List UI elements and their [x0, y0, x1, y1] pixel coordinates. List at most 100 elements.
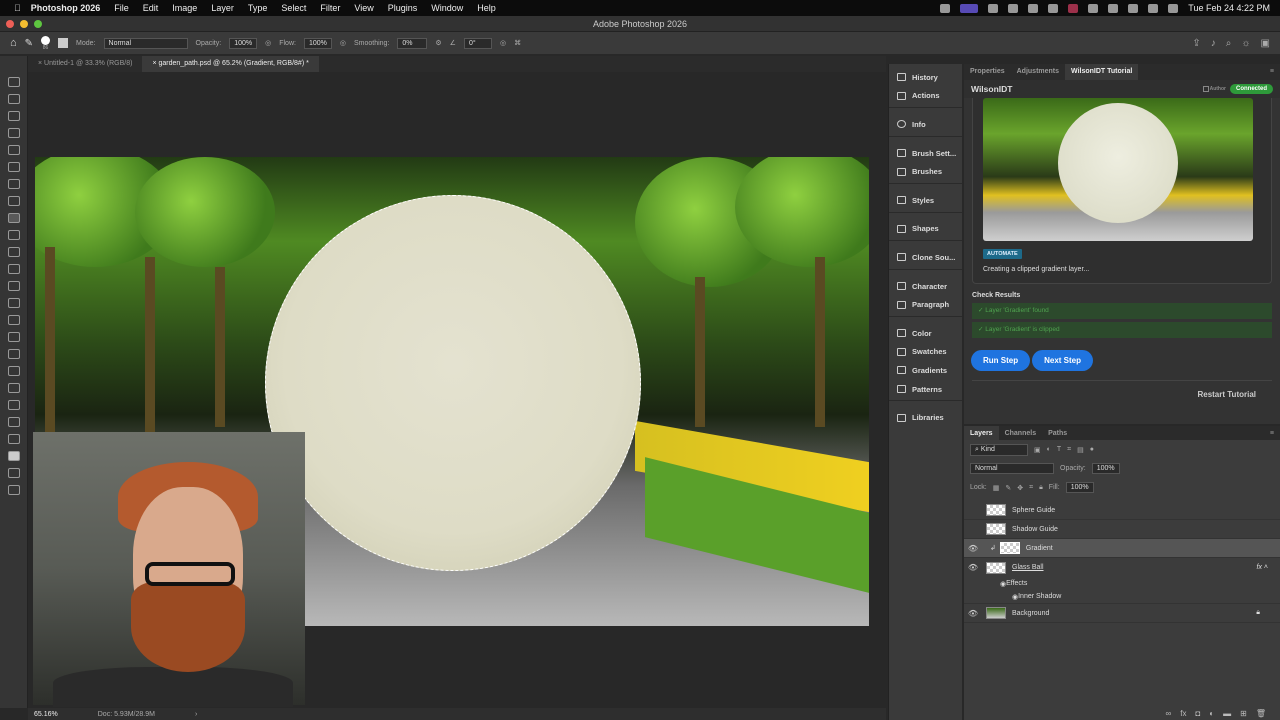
tab-paths[interactable]: Paths	[1042, 426, 1073, 440]
brush-settings-icon[interactable]	[58, 38, 69, 48]
eye-icon[interactable]: 👁︎	[964, 544, 982, 553]
gradient-tool-icon[interactable]	[7, 281, 20, 291]
status-menu-icon[interactable]: ›	[195, 711, 197, 718]
eye-icon[interactable]: 👁︎	[964, 563, 982, 572]
menu-window[interactable]: Window	[431, 3, 463, 13]
bell-icon[interactable]: ♪	[1211, 38, 1216, 49]
dock-actions[interactable]: Actions	[889, 87, 962, 106]
frame-tool-icon[interactable]	[7, 162, 20, 172]
lock-position-icon[interactable]: ✥	[1017, 484, 1023, 492]
tab-properties[interactable]: Properties	[964, 64, 1011, 80]
menu-view[interactable]: View	[354, 3, 373, 13]
link-layers-icon[interactable]: ∞	[1166, 709, 1172, 718]
pen-tool-icon[interactable]	[7, 332, 20, 342]
opacity-field[interactable]: 100%	[229, 37, 258, 49]
eyedropper-tool-icon[interactable]	[7, 179, 20, 189]
status-icon[interactable]	[940, 3, 951, 13]
share-icon[interactable]: ⇪	[1192, 38, 1200, 49]
layer-row-gradient[interactable]: 👁︎ ↲ Gradient	[964, 539, 1280, 558]
add-style-icon[interactable]: fx	[1180, 709, 1186, 718]
discover-icon[interactable]: ☼	[1241, 38, 1250, 49]
lock-transparency-icon[interactable]: ▦	[993, 484, 1000, 492]
magic-wand-tool-icon[interactable]	[7, 128, 20, 138]
menu-app[interactable]: Photoshop 2026	[31, 3, 101, 13]
tab-wilsonidt-tutorial[interactable]: WilsonIDT Tutorial	[1065, 64, 1139, 80]
close-window-button[interactable]	[6, 20, 14, 28]
layer-effects-row[interactable]: ◉ Effects	[964, 577, 1280, 590]
dock-history[interactable]: History	[889, 68, 962, 87]
brush-tool-icon[interactable]: ✎	[25, 38, 33, 49]
dock-brush-settings[interactable]: Brush Sett...	[889, 144, 962, 163]
menu-select[interactable]: Select	[281, 3, 306, 13]
dock-info[interactable]: Info	[889, 115, 962, 134]
menu-help[interactable]: Help	[477, 3, 496, 13]
layer-row-background[interactable]: 👁︎ Background 🔒︎	[964, 604, 1280, 623]
panel-menu-icon[interactable]: ≡	[1264, 64, 1280, 80]
restart-tutorial-button[interactable]: Restart Tutorial	[972, 380, 1272, 399]
lock-all-icon[interactable]: 🔒︎	[1039, 484, 1043, 492]
lasso-tool-icon[interactable]	[7, 111, 20, 121]
dock-color[interactable]: Color	[889, 324, 962, 343]
pressure-size-icon[interactable]: ◎	[500, 39, 506, 47]
hand-tool-icon[interactable]	[7, 400, 20, 410]
apple-icon[interactable]: 	[14, 3, 21, 13]
blend-mode-select[interactable]: Normal	[970, 463, 1054, 474]
symmetry-icon[interactable]: ⌘	[514, 39, 521, 47]
doc-size[interactable]: Doc: 5.93M/28.9M	[98, 711, 155, 718]
trash-icon[interactable]: 🗑︎	[1256, 709, 1266, 718]
next-step-button[interactable]: Next Step	[1032, 350, 1094, 371]
inner-shadow-effect-row[interactable]: ◉ Inner Shadow	[964, 590, 1280, 604]
tab-untitled[interactable]: × Untitled-1 @ 33.3% (RGB/8)	[28, 56, 142, 72]
filter-smart-object-icon[interactable]: ▤	[1077, 446, 1084, 454]
zoom-tool-icon[interactable]	[7, 417, 20, 427]
tab-layers[interactable]: Layers	[964, 426, 999, 440]
pressure-opacity-icon[interactable]: ◎	[265, 39, 271, 47]
status-icon[interactable]	[1008, 3, 1019, 13]
angle-field[interactable]: 0°	[463, 37, 492, 49]
history-brush-tool-icon[interactable]	[7, 247, 20, 257]
dock-styles[interactable]: Styles	[889, 191, 962, 210]
mode-select[interactable]: Normal	[103, 37, 188, 49]
menu-edit[interactable]: Edit	[143, 3, 159, 13]
dock-clone-source[interactable]: Clone Sou...	[889, 248, 962, 267]
status-icon[interactable]	[1028, 3, 1039, 13]
add-mask-icon[interactable]: ◘	[1195, 709, 1200, 718]
stamp-tool-icon[interactable]	[7, 230, 20, 240]
battery-icon[interactable]	[1128, 3, 1139, 13]
run-step-button[interactable]: Run Step	[971, 350, 1031, 371]
menu-type[interactable]: Type	[248, 3, 268, 13]
blur-tool-icon[interactable]	[7, 298, 20, 308]
dock-paragraph[interactable]: Paragraph	[889, 295, 962, 314]
dock-swatches[interactable]: Swatches	[889, 343, 962, 362]
filter-type-icon[interactable]: T	[1057, 446, 1061, 453]
gear-icon[interactable]: ⚙	[435, 39, 441, 47]
dock-character[interactable]: Character	[889, 277, 962, 296]
search-icon[interactable]: ⌕	[1226, 38, 1232, 49]
filter-toggle[interactable]: ●	[1090, 446, 1094, 453]
minimize-window-button[interactable]	[20, 20, 28, 28]
dock-libraries[interactable]: Libraries	[889, 408, 962, 427]
flow-field[interactable]: 100%	[303, 37, 332, 49]
filter-pixel-icon[interactable]: ▣	[1034, 446, 1041, 454]
lock-artboard-icon[interactable]: ⌗	[1029, 484, 1033, 492]
healing-tool-icon[interactable]	[7, 196, 20, 206]
fx-icon[interactable]: fx ˄	[1257, 564, 1268, 571]
panel-menu-icon[interactable]: ≡	[1264, 426, 1280, 440]
bluetooth-icon[interactable]	[1108, 3, 1119, 13]
brush-tool-icon[interactable]	[7, 213, 20, 223]
airbrush-icon[interactable]: ◎	[340, 39, 346, 47]
marquee-tool-icon[interactable]	[7, 94, 20, 104]
more-tools-icon[interactable]	[7, 434, 20, 444]
zoom-window-button[interactable]	[34, 20, 42, 28]
filter-shape-icon[interactable]: ⌗	[1067, 446, 1071, 454]
dock-patterns[interactable]: Patterns	[889, 380, 962, 399]
screen-mode-icon[interactable]	[7, 485, 20, 495]
layer-filter-select[interactable]: ⌕ Kind	[970, 443, 1028, 456]
crop-tool-icon[interactable]	[7, 145, 20, 155]
tab-garden-path[interactable]: × garden_path.psd @ 65.2% (Gradient, RGB…	[142, 56, 319, 72]
quick-mask-icon[interactable]	[7, 468, 20, 478]
new-group-icon[interactable]: ▬	[1223, 709, 1231, 718]
type-tool-icon[interactable]	[7, 349, 20, 359]
author-checkbox[interactable]: Author	[1202, 86, 1226, 92]
volume-icon[interactable]	[1088, 3, 1099, 13]
